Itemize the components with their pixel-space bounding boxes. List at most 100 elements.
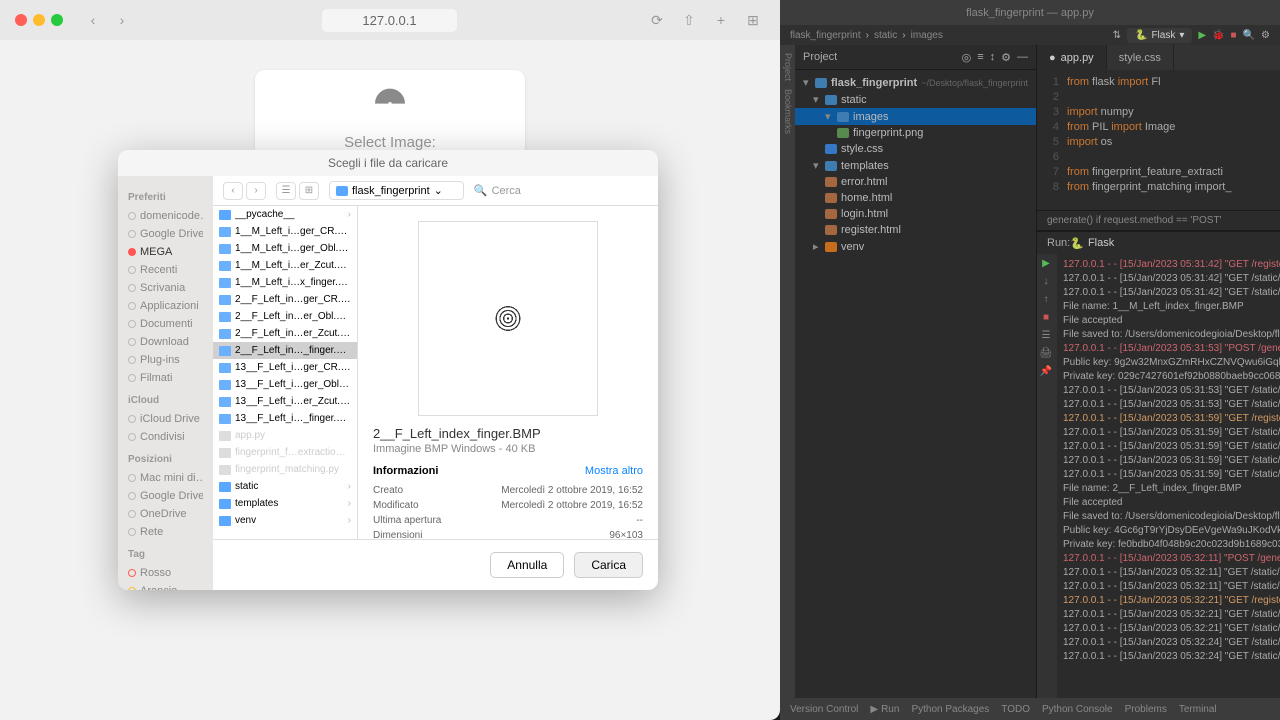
file-row[interactable]: app.py bbox=[213, 427, 357, 444]
editor-tab[interactable]: style.css bbox=[1107, 45, 1174, 70]
cancel-button[interactable]: Annulla bbox=[490, 552, 564, 578]
file-row[interactable]: 13__F_Left_i…ger_Obl.BMP bbox=[213, 376, 357, 393]
file-list[interactable]: __pycache__›1__M_Left_i…ger_CR.BMP1__M_L… bbox=[213, 206, 358, 539]
file-row[interactable]: 1__M_Left_i…ger_Obl.BMP bbox=[213, 240, 357, 257]
sidebar-tag[interactable]: Arancio bbox=[128, 582, 203, 590]
ide-window: flask_fingerprint — app.py flask_fingerp… bbox=[780, 0, 1280, 720]
run-config-name[interactable]: 🐍 Flask bbox=[1070, 237, 1114, 250]
project-tree[interactable]: ▾flask_fingerprint ~/Desktop/flask_finge… bbox=[795, 70, 1036, 259]
sidebar-item[interactable]: Mac mini di… bbox=[128, 469, 203, 487]
sidebar-item[interactable]: Plug-ins bbox=[128, 351, 203, 369]
sidebar-item[interactable]: domenicode… bbox=[128, 207, 203, 225]
dialog-back-button[interactable]: ‹ bbox=[223, 182, 243, 200]
project-label[interactable]: Project bbox=[803, 51, 837, 63]
debug-icon[interactable]: 🐞 bbox=[1212, 30, 1224, 41]
foot-run[interactable]: ▶ Run bbox=[870, 704, 899, 715]
sidebar-item[interactable]: Google Drive bbox=[128, 487, 203, 505]
sort-icon[interactable]: ↕ bbox=[990, 51, 996, 64]
target-icon[interactable]: ◎ bbox=[962, 51, 972, 64]
sidebar-item[interactable]: MEGA bbox=[128, 243, 203, 261]
view-grid-button[interactable]: ⊞ bbox=[299, 182, 319, 200]
sidebar-item[interactable]: OneDrive bbox=[128, 505, 203, 523]
sidebar-item[interactable]: Rete bbox=[128, 523, 203, 541]
show-more-link[interactable]: Mostra altro bbox=[585, 465, 643, 477]
sidebar-item[interactable]: Scrivania bbox=[128, 279, 203, 297]
foot-vcs[interactable]: Version Control bbox=[790, 704, 858, 715]
foot-pkg[interactable]: Python Packages bbox=[911, 704, 989, 715]
stop-icon[interactable]: ■ bbox=[1231, 30, 1237, 41]
file-row[interactable]: fingerprint_matching.py bbox=[213, 461, 357, 478]
sidebar-item[interactable]: Download bbox=[128, 333, 203, 351]
file-row[interactable]: 13__F_Left_i…_finger.BMP bbox=[213, 410, 357, 427]
sidebar-item[interactable]: Applicazioni bbox=[128, 297, 203, 315]
sidebar-item[interactable]: Google Drive bbox=[128, 225, 203, 243]
file-row[interactable]: 13__F_Left_i…er_Zcut.BMP bbox=[213, 393, 357, 410]
view-columns-button[interactable]: ☰ bbox=[276, 182, 296, 200]
info-row: ModificatoMercoledì 2 ottobre 2019, 16:5… bbox=[373, 498, 643, 513]
foot-todo[interactable]: TODO bbox=[1001, 704, 1030, 715]
ide-left-gutter[interactable]: ProjectBookmarks bbox=[780, 45, 795, 698]
traffic-lights[interactable] bbox=[15, 14, 63, 26]
expand-icon[interactable]: ≡ bbox=[977, 51, 983, 64]
search-icon[interactable]: 🔍 bbox=[1243, 30, 1255, 41]
nav-forward-button[interactable]: › bbox=[110, 10, 134, 30]
ide-title: flask_fingerprint — app.py bbox=[780, 0, 1280, 25]
file-row[interactable]: 1__M_Left_i…ger_CR.BMP bbox=[213, 223, 357, 240]
file-row[interactable]: templates› bbox=[213, 495, 357, 512]
share-button[interactable]: ⇧ bbox=[677, 10, 701, 30]
info-label: Informazioni bbox=[373, 465, 438, 477]
tree-item[interactable]: home.html bbox=[795, 190, 1036, 206]
sidebar-item[interactable]: Condivisi bbox=[128, 428, 203, 446]
code-editor[interactable]: 1from flask import Fl23import numpy4from… bbox=[1037, 70, 1280, 210]
console-output[interactable]: 127.0.0.1 - - [15/Jan/2023 05:31:42] "GE… bbox=[1057, 254, 1280, 698]
run-config-select[interactable]: 🐍 Flask ▾ bbox=[1127, 28, 1192, 43]
dialog-search[interactable]: 🔍 Cerca bbox=[474, 184, 648, 197]
file-row[interactable]: 2__F_Left_in…_finger.BMP bbox=[213, 342, 357, 359]
tabs-button[interactable]: ⊞ bbox=[741, 10, 765, 30]
sidebar-heading: Preferiti bbox=[128, 192, 203, 203]
gear-icon[interactable]: ⚙ bbox=[1001, 51, 1011, 64]
newtab-button[interactable]: + bbox=[709, 10, 733, 30]
sidebar-heading: Tag bbox=[128, 549, 203, 560]
tree-item[interactable]: error.html bbox=[795, 174, 1036, 190]
foot-pycon[interactable]: Python Console bbox=[1042, 704, 1113, 715]
upload-button[interactable]: Carica bbox=[574, 552, 643, 578]
sidebar-heading: Posizioni bbox=[128, 454, 203, 465]
file-row[interactable]: 2__F_Left_in…er_Obl.BMP bbox=[213, 308, 357, 325]
select-image-label: Select Image: bbox=[270, 134, 510, 151]
file-row[interactable]: venv› bbox=[213, 512, 357, 529]
sync-icon[interactable]: ⇅ bbox=[1113, 30, 1121, 41]
run-icon[interactable]: ▶ bbox=[1198, 30, 1206, 41]
preview-panel: 2__F_Left_index_finger.BMP Immagine BMP … bbox=[358, 206, 658, 539]
sidebar-item[interactable]: Documenti bbox=[128, 315, 203, 333]
file-row[interactable]: __pycache__› bbox=[213, 206, 357, 223]
foot-problems[interactable]: Problems bbox=[1125, 704, 1167, 715]
file-row[interactable]: 13__F_Left_i…ger_CR.BMP bbox=[213, 359, 357, 376]
nav-back-button[interactable]: ‹ bbox=[81, 10, 105, 30]
editor-tab[interactable]: ● app.py bbox=[1037, 45, 1107, 70]
gear-icon[interactable]: ⚙ bbox=[1261, 30, 1270, 41]
path-selector[interactable]: flask_fingerprint⌄ bbox=[329, 181, 464, 200]
url-field[interactable]: 127.0.0.1 bbox=[322, 9, 456, 32]
dialog-forward-button[interactable]: › bbox=[246, 182, 266, 200]
file-row[interactable]: 2__F_Left_in…ger_CR.BMP bbox=[213, 291, 357, 308]
reload-button[interactable]: ⟳ bbox=[645, 10, 669, 30]
tree-item[interactable]: register.html bbox=[795, 222, 1036, 238]
file-row[interactable]: fingerprint_f…extraction.py bbox=[213, 444, 357, 461]
file-row[interactable]: static› bbox=[213, 478, 357, 495]
info-row: Ultima apertura-- bbox=[373, 513, 643, 528]
tree-item[interactable]: login.html bbox=[795, 206, 1036, 222]
safari-window: ‹ › 127.0.0.1 ⟳ ⇧ + ⊞ Select Image: Sceg… bbox=[0, 0, 780, 720]
run-sidebar[interactable]: ▶↓↑■☰🖨📌 bbox=[1037, 254, 1057, 698]
sidebar-item[interactable]: Recenti bbox=[128, 261, 203, 279]
editor-tabs[interactable]: ● app.py style.css bbox=[1037, 45, 1280, 70]
sidebar-item[interactable]: Filmati bbox=[128, 369, 203, 387]
file-row[interactable]: 2__F_Left_in…er_Zcut.BMP bbox=[213, 325, 357, 342]
breadcrumb-bar[interactable]: generate() if request.method == 'POST' bbox=[1037, 210, 1280, 231]
sidebar-tag[interactable]: Rosso bbox=[128, 564, 203, 582]
file-row[interactable]: 1__M_Left_i…er_Zcut.BMP bbox=[213, 257, 357, 274]
file-row[interactable]: 1__M_Left_i…x_finger.BMP bbox=[213, 274, 357, 291]
hide-icon[interactable]: — bbox=[1017, 51, 1028, 64]
sidebar-item[interactable]: iCloud Drive bbox=[128, 410, 203, 428]
foot-terminal[interactable]: Terminal bbox=[1179, 704, 1217, 715]
